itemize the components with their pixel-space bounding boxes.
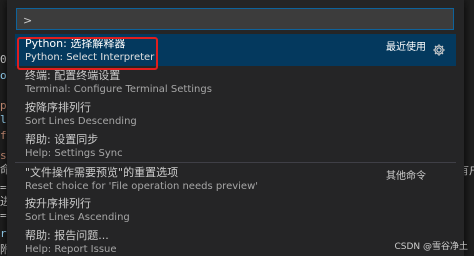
gear-icon[interactable]: [432, 43, 446, 57]
command-item-detail: Sort Lines Descending: [25, 116, 137, 127]
command-item-detail: Help: Settings Sync: [25, 148, 123, 159]
command-item-label: 按升序排列行: [25, 197, 91, 210]
command-list: Python: 选择解释器 Python: Select Interpreter…: [15, 34, 456, 256]
command-item-settings-sync[interactable]: 帮助: 设置同步 Help: Settings Sync: [15, 130, 456, 162]
code-fragment: =: [0, 181, 7, 194]
command-item-sort-descending[interactable]: 按降序排列行 Sort Lines Descending: [15, 98, 456, 130]
command-item-detail: Sort Lines Ascending: [25, 212, 130, 223]
command-item-label: 帮助: 设置同步: [25, 133, 99, 146]
command-item-report-issue[interactable]: 帮助: 报告问题... Help: Report Issue: [15, 226, 456, 256]
command-item-detail: Help: Report Issue: [25, 244, 117, 255]
command-item-reset-preview-choice[interactable]: "文件操作需要预览"的重置选项 Reset choice for 'File o…: [15, 162, 456, 194]
command-input-container: [16, 8, 454, 31]
code-fragment: =: [0, 209, 7, 222]
command-item-detail: Terminal: Configure Terminal Settings: [25, 84, 212, 95]
command-item-label: 帮助: 报告问题...: [25, 229, 109, 242]
watermark: CSDN @雪谷净土: [394, 242, 468, 252]
command-palette: Python: 选择解释器 Python: Select Interpreter…: [7, 0, 464, 256]
command-item-select-interpreter[interactable]: Python: 选择解释器 Python: Select Interpreter…: [15, 34, 456, 66]
command-item-sort-ascending[interactable]: 按升序排列行 Sort Lines Ascending: [15, 194, 456, 226]
command-item-label: 按降序排列行: [25, 101, 91, 114]
command-input[interactable]: [17, 10, 453, 31]
command-item-label: 终端: 配置终端设置: [25, 69, 121, 82]
command-item-configure-terminal[interactable]: 终端: 配置终端设置 Terminal: Configure Terminal …: [15, 66, 456, 98]
recently-used-tag: 最近使用: [386, 42, 426, 53]
other-commands-tag: 其他命令: [386, 171, 426, 182]
